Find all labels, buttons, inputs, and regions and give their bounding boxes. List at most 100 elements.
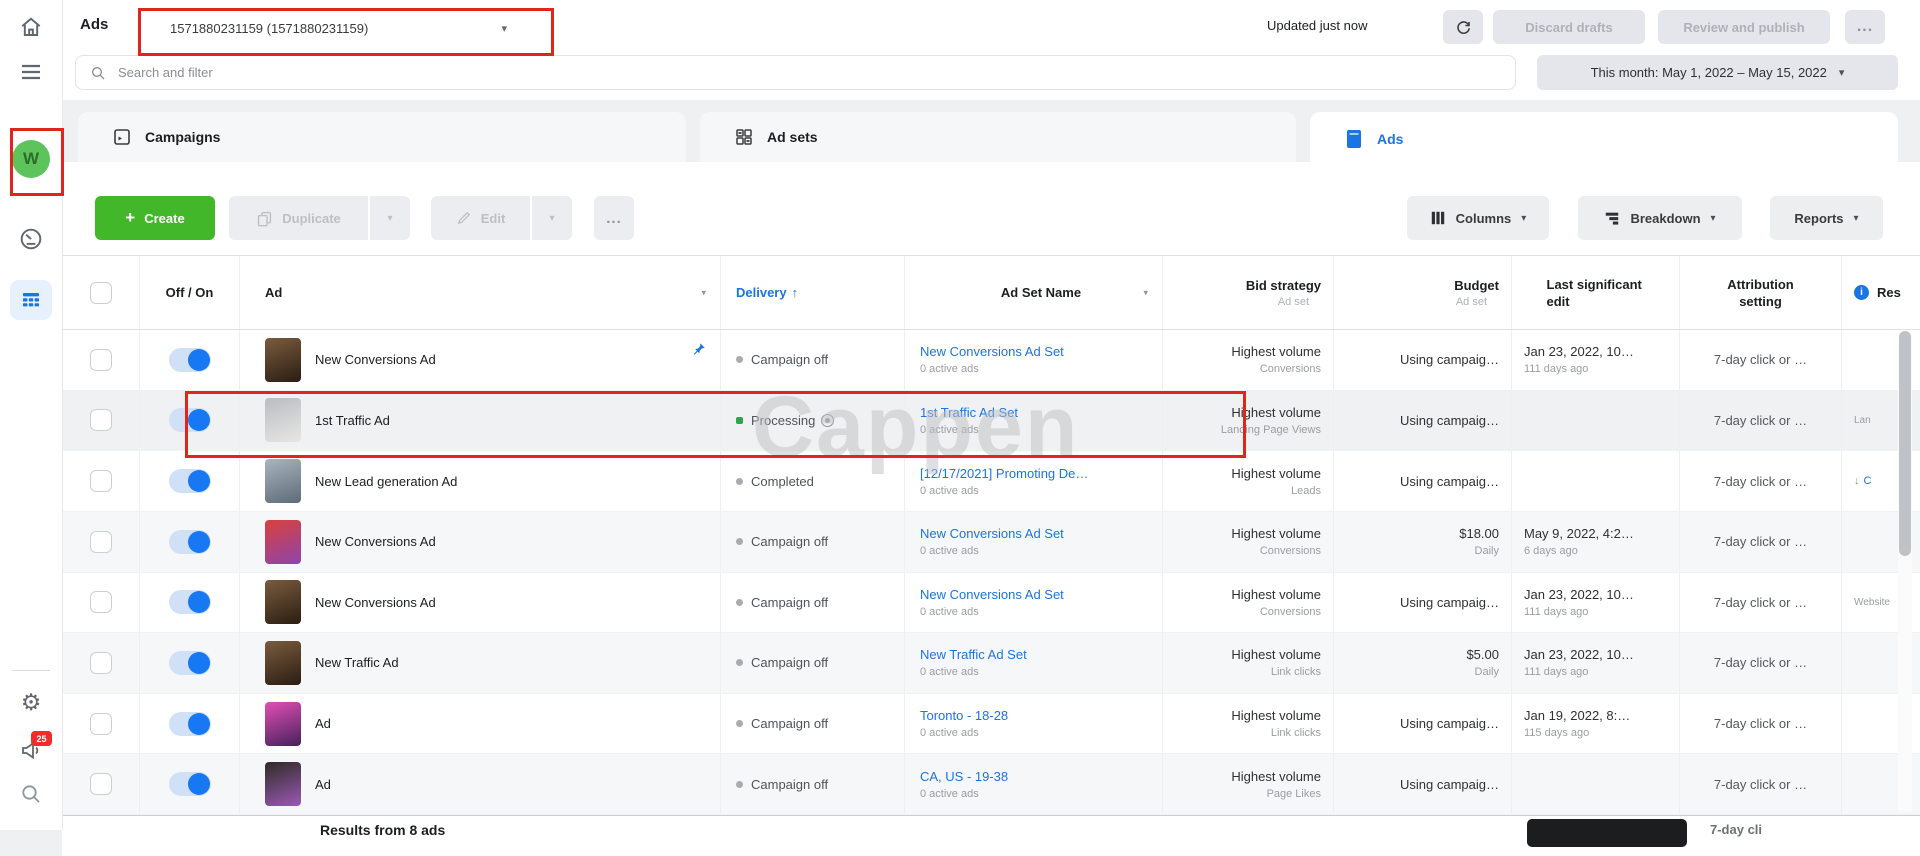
table-row[interactable]: Ad Campaign off Toronto - 18-28 0 active… [62,694,1920,755]
delivery-status: Campaign off [751,352,828,367]
ad-name[interactable]: Ad [315,777,331,792]
sort-chevron-icon[interactable]: ▾ [1143,287,1148,298]
ad-thumbnail [265,580,301,624]
active-ads-count: 0 active ads [920,666,1162,678]
ad-name[interactable]: New Conversions Ad [315,352,436,367]
breakdown-button[interactable]: Breakdown ▾ [1578,196,1742,240]
ad-on-off-toggle[interactable] [169,651,211,675]
row-checkbox[interactable] [90,773,112,795]
ad-thumbnail [265,338,301,382]
ad-name[interactable]: New Conversions Ad [315,534,436,549]
search-sidebar-icon[interactable] [19,782,43,806]
ad-on-off-toggle[interactable] [169,530,211,554]
ad-on-off-toggle[interactable] [169,772,211,796]
budget-cell: Using campaig… [1334,754,1512,814]
row-checkbox[interactable] [90,713,112,735]
home-icon[interactable] [18,14,44,40]
ad-thumbnail [265,459,301,503]
ad-set-link[interactable]: New Conversions Ad Set [920,526,1162,541]
edit-dropdown-button[interactable]: ▾ [532,196,572,240]
date-range-selector[interactable]: This month: May 1, 2022 – May 15, 2022 ▾ [1537,55,1898,90]
ad-on-off-toggle[interactable] [169,469,211,493]
table-row[interactable]: 1st Traffic Ad Processing 1st Traffic Ad… [62,391,1920,452]
more-actions-button[interactable]: ... [594,196,634,240]
ad-on-off-toggle[interactable] [169,590,211,614]
delivery-status-dot [736,659,743,666]
ad-on-off-toggle[interactable] [169,712,211,736]
bid-strategy-cell: Highest volume Link clicks [1163,694,1334,754]
vertical-scrollbar[interactable] [1899,331,1911,556]
bid-strategy-goal: Link clicks [1271,727,1321,739]
column-header-budget[interactable]: Budget Ad set [1334,256,1512,329]
more-options-button[interactable]: ... [1845,10,1885,44]
table-row[interactable]: New Lead generation Ad Completed [12/17/… [62,451,1920,512]
row-checkbox[interactable] [90,470,112,492]
ad-on-off-toggle[interactable] [169,408,211,432]
ad-set-link[interactable]: New Traffic Ad Set [920,647,1162,662]
row-checkbox[interactable] [90,349,112,371]
performance-gauge-icon[interactable] [18,226,44,252]
account-avatar[interactable]: W [12,140,50,178]
reports-button[interactable]: Reports ▾ [1770,196,1883,240]
bid-strategy-value: Highest volume [1231,587,1321,602]
discard-drafts-button[interactable]: Discard drafts [1493,10,1645,44]
row-checkbox-cell [62,391,140,451]
select-all-checkbox[interactable] [90,282,112,304]
tab-ad-sets[interactable]: Ad sets [700,112,1296,162]
last-edit-cell [1512,451,1680,511]
ad-name[interactable]: 1st Traffic Ad [315,413,390,428]
review-and-publish-button[interactable]: Review and publish [1658,10,1830,44]
column-header-ad-set-name[interactable]: Ad Set Name ▾ [905,256,1163,329]
edit-button[interactable]: Edit [431,196,530,240]
section-label: Ads [80,16,108,33]
ad-set-link[interactable]: Toronto - 18-28 [920,708,1162,723]
refresh-button[interactable] [1443,10,1483,44]
table-row[interactable]: New Traffic Ad Campaign off New Traffic … [62,633,1920,694]
ad-set-link[interactable]: New Conversions Ad Set [920,344,1162,359]
menu-icon[interactable] [19,62,43,82]
column-header-toggle[interactable]: Off / On [140,256,240,329]
ad-set-link[interactable]: New Conversions Ad Set [920,587,1162,602]
announcements-megaphone-icon[interactable]: 25 [19,738,43,762]
column-header-last-significant-edit[interactable]: Last significant edit [1512,256,1680,329]
active-ads-count: 0 active ads [920,788,1162,800]
ad-set-link[interactable]: [12/17/2021] Promoting De… [920,466,1162,481]
ad-name[interactable]: New Conversions Ad [315,595,436,610]
account-selector-dropdown[interactable]: 1571880231159 (1571880231159) ▾ [152,10,547,46]
ads-manager-icon[interactable] [10,280,52,320]
table-row[interactable]: New Conversions Ad Campaign off New Conv… [62,573,1920,634]
ad-set-link[interactable]: CA, US - 19-38 [920,769,1162,784]
table-row[interactable]: New Conversions Ad Campaign off New Conv… [62,512,1920,573]
column-header-attribution-setting[interactable]: Attribution setting [1680,256,1842,329]
table-row[interactable]: Ad Campaign off CA, US - 19-38 0 active … [62,754,1920,815]
column-header-delivery[interactable]: Delivery ↑ [721,256,905,329]
row-checkbox[interactable] [90,652,112,674]
table-row[interactable]: New Conversions Ad Campaign off New Conv… [62,330,1920,391]
column-header-ad[interactable]: Ad ▾ [240,256,721,329]
row-checkbox[interactable] [90,409,112,431]
settings-gear-icon[interactable]: ⚙ [21,692,42,715]
row-checkbox[interactable] [90,591,112,613]
ad-name[interactable]: New Lead generation Ad [315,474,457,489]
ad-set-link[interactable]: 1st Traffic Ad Set [920,405,1162,420]
tab-campaigns-label: Campaigns [145,129,220,145]
ad-name[interactable]: Ad [315,716,331,731]
search-and-filter-input[interactable]: Search and filter [75,55,1516,90]
tab-ads[interactable]: Ads [1310,112,1898,166]
columns-button[interactable]: Columns ▾ [1407,196,1549,240]
duplicate-dropdown-button[interactable]: ▾ [370,196,410,240]
attribution-value: 7-day click or … [1714,777,1807,792]
bid-strategy-value: Highest volume [1231,708,1321,723]
delivery-status: Campaign off [751,595,828,610]
ad-thumbnail [265,702,301,746]
create-button[interactable]: + Create [95,196,215,240]
delivery-status-dot [736,356,743,363]
sort-chevron-icon[interactable]: ▾ [701,287,706,298]
ad-name[interactable]: New Traffic Ad [315,655,399,670]
duplicate-button[interactable]: Duplicate [229,196,368,240]
row-checkbox[interactable] [90,531,112,553]
column-header-bid-strategy[interactable]: Bid strategy Ad set [1163,256,1334,329]
ad-on-off-toggle[interactable] [169,348,211,372]
tab-campaigns[interactable]: Campaigns [78,112,686,162]
column-header-results[interactable]: i Res [1842,256,1920,329]
